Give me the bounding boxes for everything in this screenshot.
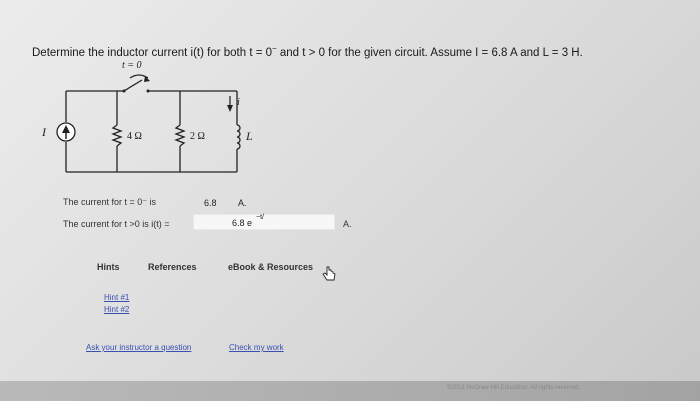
check-my-work-link[interactable]: Check my work (229, 343, 284, 352)
hint-2-link[interactable]: Hint #2 (104, 305, 129, 314)
ask-instructor-link[interactable]: Ask your instructor a question (86, 343, 191, 352)
tab-references[interactable]: References (148, 262, 197, 272)
switch-blade (123, 79, 143, 92)
row1-unit: A. (238, 198, 247, 208)
footer-bar: ©2018 McGraw-Hill Education. All rights … (0, 381, 700, 401)
row2-label: The current for t >0 is i(t) = (63, 219, 170, 229)
row1-label: The current for t = 0⁻ is (63, 197, 157, 207)
row1-answer-field[interactable]: 6.8 A. (173, 194, 263, 210)
r1-label: 4 Ω (127, 131, 142, 142)
row2-answer-field[interactable]: 6.8 e −t/ (193, 214, 335, 230)
switch-label: t = 0 (122, 60, 142, 71)
hint-1-link[interactable]: Hint #1 (104, 293, 129, 302)
r2-label: 2 Ω (190, 131, 205, 142)
tab-hints[interactable]: Hints (97, 262, 120, 272)
copyright-text: ©2018 McGraw-Hill Education. All rights … (446, 385, 580, 391)
row2-unit: A. (343, 219, 352, 229)
inductor-label: L (245, 129, 253, 143)
hand-cursor-icon (322, 266, 336, 281)
tab-ebook-resources[interactable]: eBook & Resources (228, 262, 313, 272)
source-label: I (41, 125, 47, 139)
current-label: i (237, 97, 240, 108)
